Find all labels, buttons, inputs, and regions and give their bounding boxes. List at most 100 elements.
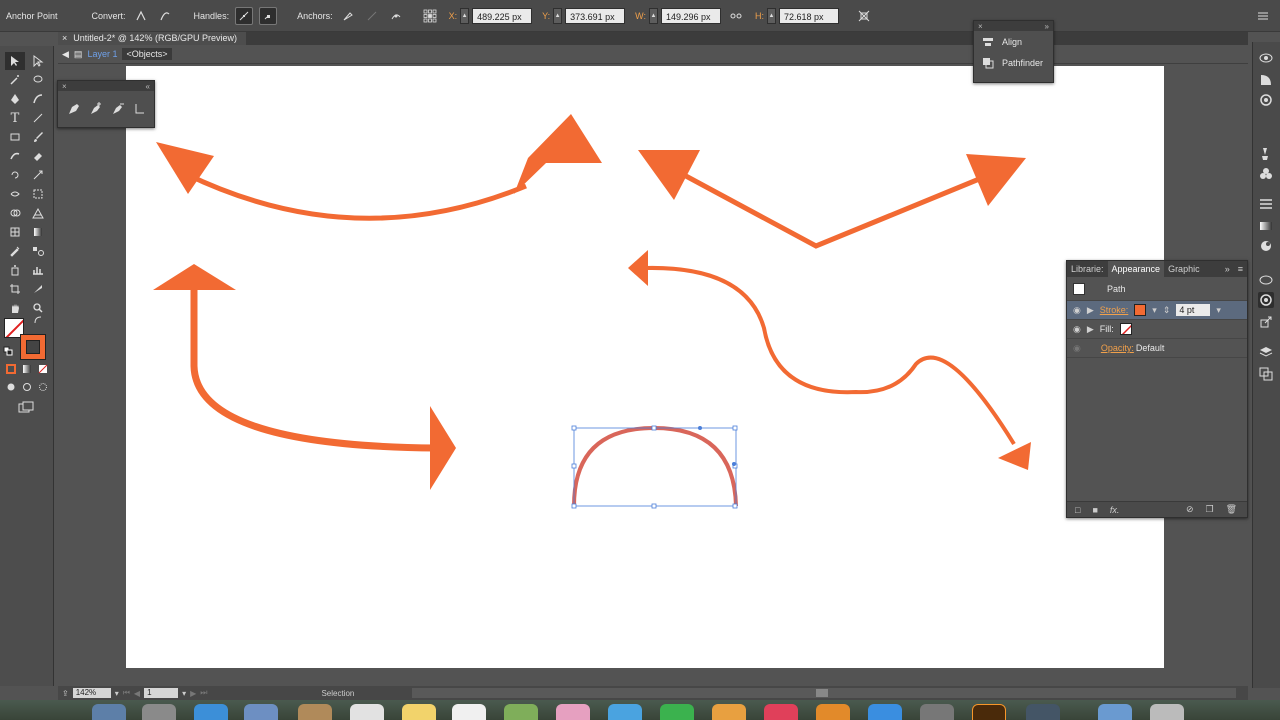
brushes-panel-icon[interactable] — [1258, 146, 1274, 162]
itunes-app-icon[interactable] — [764, 704, 798, 720]
eraser-tool-icon[interactable] — [28, 147, 48, 165]
connect-anchors-icon[interactable] — [363, 7, 381, 25]
draw-inside-icon[interactable] — [36, 380, 50, 394]
export-icon[interactable]: ⇪ — [62, 689, 69, 698]
last-artboard-icon[interactable]: ⏭ — [200, 688, 207, 698]
expand-triangle-icon[interactable]: ▶ — [1087, 305, 1094, 316]
ibooks-app-icon[interactable] — [816, 704, 850, 720]
tab-appearance[interactable]: Appearance — [1107, 261, 1165, 277]
align-panel-item[interactable]: Align — [974, 31, 1053, 52]
messages-app-icon[interactable] — [608, 704, 642, 720]
maps-app-icon[interactable] — [504, 704, 538, 720]
stroke-weight-field[interactable]: 4 pt — [1176, 304, 1211, 316]
hide-handles-icon[interactable] — [259, 6, 278, 25]
export-icon[interactable] — [1258, 314, 1274, 330]
anchor-point-tool-icon[interactable] — [132, 101, 148, 120]
appearance-dock-icon[interactable] — [1258, 238, 1274, 254]
dropdown-arrow-icon[interactable]: ▾ — [115, 689, 119, 698]
x-stepper-icon[interactable]: ▲ — [460, 7, 470, 24]
tab-close-icon[interactable]: × — [62, 32, 67, 45]
fill-label[interactable]: Fill: — [1100, 324, 1114, 334]
constrain-proportions-icon[interactable] — [727, 7, 745, 25]
arrow-curved-top-left[interactable] — [156, 114, 602, 221]
selection-tool-icon[interactable] — [5, 52, 25, 70]
x-field[interactable]: 489.225 px — [472, 7, 533, 24]
magic-wand-tool-icon[interactable] — [5, 71, 25, 89]
stroke-panel-icon[interactable] — [1258, 196, 1274, 212]
color-panel-icon[interactable] — [1258, 92, 1274, 108]
collapse-icon[interactable]: » — [1221, 264, 1234, 274]
lasso-tool-icon[interactable] — [28, 71, 48, 89]
fill-row[interactable]: ◉ ▶ Fill: — [1067, 320, 1247, 339]
stepper-icon[interactable]: ⇕ — [1163, 305, 1171, 316]
visibility-eye-icon[interactable]: ◉ — [1073, 305, 1081, 316]
dropdown-arrow-icon[interactable]: ▾ — [182, 689, 186, 698]
zoom-field[interactable]: 142% — [72, 688, 111, 698]
panel-header[interactable]: ×» — [974, 21, 1053, 31]
symbol-sprayer-tool-icon[interactable] — [5, 261, 25, 279]
draw-behind-icon[interactable] — [20, 380, 34, 394]
breadcrumb-layer[interactable]: Layer 1 — [87, 49, 117, 59]
arrow-wavy[interactable] — [628, 250, 1031, 470]
opacity-label[interactable]: Opacity: — [1101, 343, 1134, 353]
eyedropper-tool-icon[interactable] — [5, 242, 25, 260]
add-new-stroke-icon[interactable]: □ — [1075, 505, 1080, 515]
collapse-icon[interactable]: « — [146, 82, 150, 91]
shape-builder-tool-icon[interactable] — [5, 204, 25, 222]
delete-anchor-point-icon[interactable] — [110, 101, 126, 120]
close-icon[interactable]: × — [978, 22, 983, 31]
rectangle-tool-icon[interactable] — [5, 128, 25, 146]
fill-none-swatch[interactable] — [1119, 323, 1132, 335]
close-icon[interactable]: × — [62, 82, 67, 91]
remove-anchor-icon[interactable] — [339, 7, 357, 25]
transparency-panel-icon[interactable] — [1258, 218, 1274, 234]
launchpad-app-icon[interactable] — [142, 704, 176, 720]
screen-mode-icon[interactable] — [16, 400, 36, 414]
safari-app-icon[interactable] — [194, 704, 228, 720]
reference-point-icon[interactable] — [421, 7, 439, 25]
opacity-row[interactable]: ◉ Opacity: Default — [1067, 339, 1247, 358]
collapse-icon[interactable]: » — [1045, 22, 1049, 31]
fill-stroke-swatches[interactable] — [4, 318, 46, 360]
dropdown-arrow-icon[interactable]: ▾ — [1152, 305, 1157, 316]
photos-app-icon[interactable] — [556, 704, 590, 720]
slice-tool-icon[interactable] — [28, 280, 48, 298]
rotate-tool-icon[interactable] — [5, 166, 25, 184]
add-effect-icon[interactable]: fx. — [1110, 505, 1120, 515]
system-preferences-app-icon[interactable] — [920, 704, 954, 720]
finder-app-icon[interactable] — [92, 704, 126, 720]
width-tool-icon[interactable] — [5, 185, 25, 203]
panel-menu-icon[interactable] — [1254, 7, 1272, 25]
selected-arc-path[interactable] — [571, 425, 738, 509]
symbols-panel-icon[interactable] — [1258, 166, 1274, 182]
perspective-grid-tool-icon[interactable] — [28, 204, 48, 222]
transform-icon[interactable] — [855, 7, 873, 25]
app-store-app-icon[interactable] — [868, 704, 902, 720]
scale-tool-icon[interactable] — [28, 166, 48, 184]
pen-tool-icon[interactable] — [5, 90, 25, 108]
horizontal-scrollbar[interactable] — [412, 688, 1236, 698]
previous-artboard-icon[interactable]: ◀ — [134, 689, 140, 698]
hand-tool-icon[interactable] — [5, 299, 25, 317]
dropdown-arrow-icon[interactable]: ▾ — [1216, 305, 1221, 316]
stroke-row[interactable]: ◉ ▶ Stroke: ▾ ⇕ 4 pt ▾ — [1067, 301, 1247, 320]
y-stepper-icon[interactable]: ▲ — [553, 7, 563, 24]
w-stepper-icon[interactable]: ▲ — [648, 7, 658, 24]
illustrator-app-icon[interactable] — [972, 704, 1006, 720]
none-mode-icon[interactable] — [36, 362, 50, 376]
gradient-mode-icon[interactable] — [20, 362, 34, 376]
artboards-panel-icon[interactable] — [1258, 366, 1274, 382]
notes-app-icon[interactable] — [402, 704, 436, 720]
artwork[interactable] — [126, 66, 1164, 668]
visibility-eye-icon[interactable]: ◉ — [1073, 343, 1081, 354]
gradient-tool-icon[interactable] — [28, 223, 48, 241]
w-field[interactable]: 149.296 px — [660, 7, 721, 24]
graphic-styles-icon[interactable] — [1258, 272, 1274, 288]
stroke-color-swatch[interactable] — [1134, 304, 1147, 316]
tab-libraries[interactable]: Librarie: — [1067, 261, 1108, 277]
appearance-active-icon[interactable] — [1258, 292, 1274, 308]
draw-normal-icon[interactable] — [4, 380, 18, 394]
direct-selection-tool-icon[interactable] — [28, 52, 48, 70]
pages-app-icon[interactable] — [712, 704, 746, 720]
panel-menu-icon[interactable]: ≡ — [1234, 264, 1247, 274]
